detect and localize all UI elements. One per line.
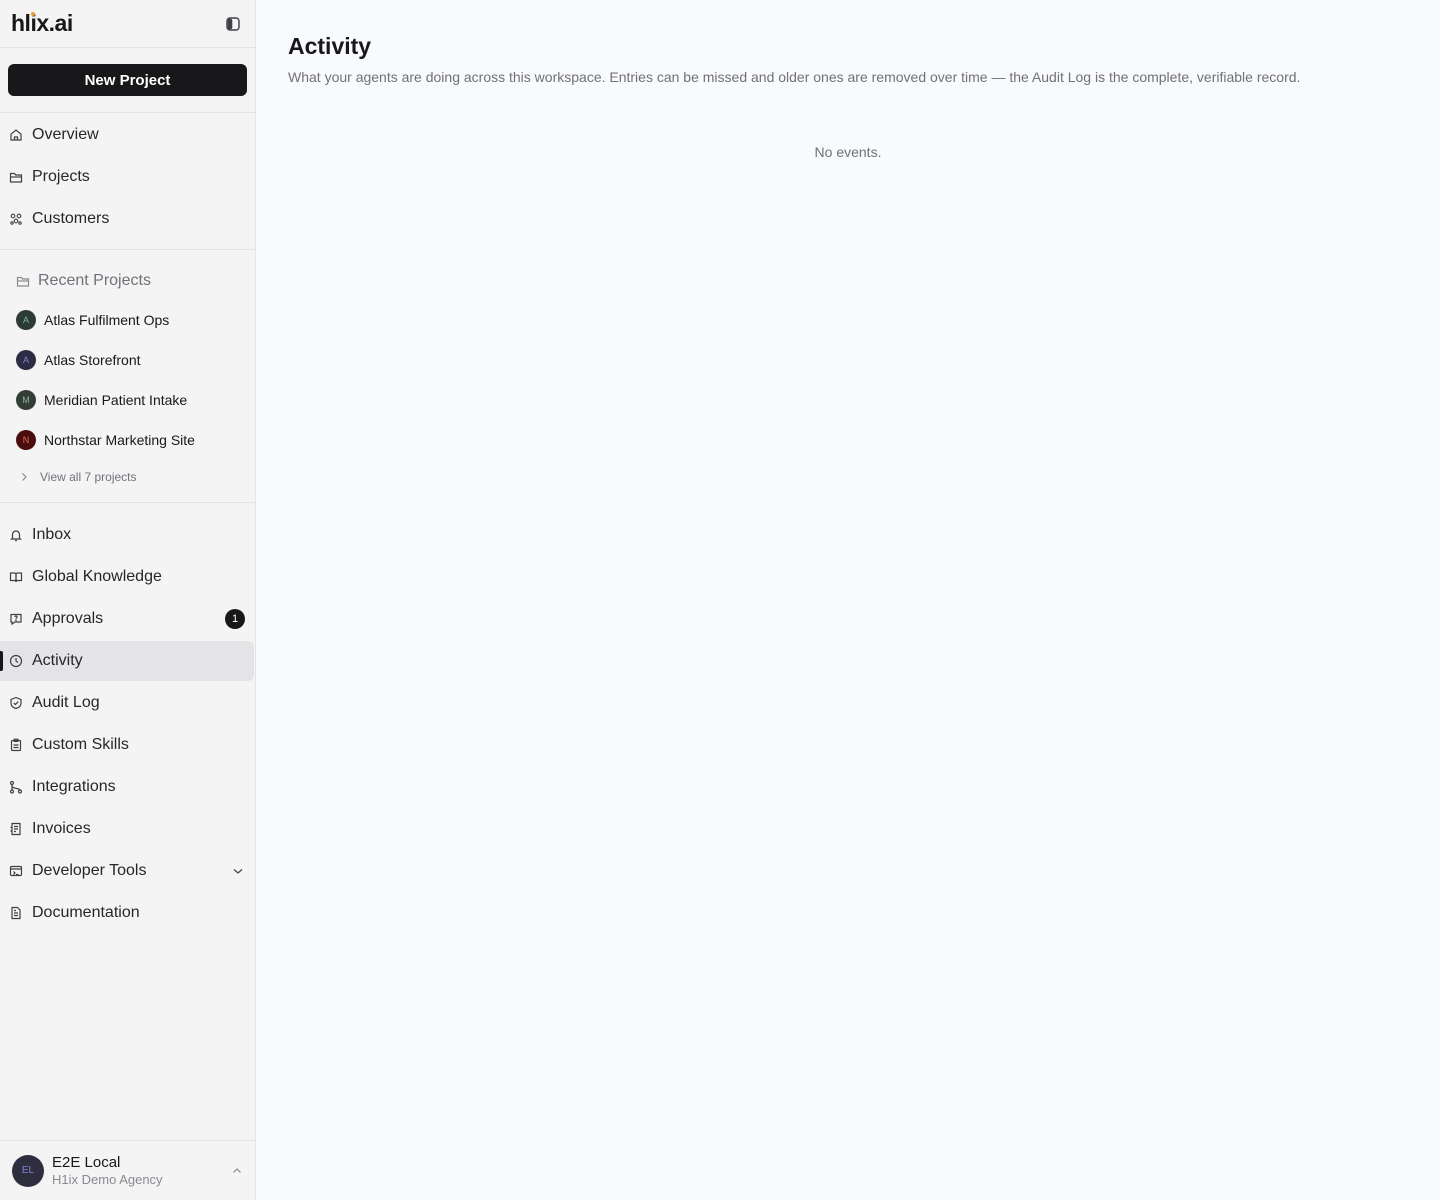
chevron-up-icon[interactable] (231, 1165, 243, 1177)
nav-item-label: Approvals (32, 610, 104, 627)
nav-item-label: Projects (32, 168, 90, 185)
recent-project-item[interactable]: N Northstar Marketing Site (16, 420, 255, 460)
nav-item-customers[interactable]: Customers (0, 199, 255, 239)
user-info: E2E Local H1ix Demo Agency (52, 1154, 163, 1188)
recent-project-item[interactable]: M Meridian Patient Intake (16, 380, 255, 420)
nav-item-audit-log[interactable]: Audit Log (0, 683, 255, 723)
receipt-icon (8, 821, 24, 837)
nav-item-label: Customers (32, 210, 110, 227)
project-avatar: M (16, 390, 36, 410)
sidebar: hlix.ai New Project Overview Projects Cu… (0, 0, 256, 1200)
nav-item-label: Activity (32, 652, 83, 669)
nav-item-label: Overview (32, 126, 99, 143)
nav-item-inbox[interactable]: Inbox (0, 515, 255, 555)
terminal-icon (8, 863, 24, 879)
recent-projects: Recent Projects A Atlas Fulfilment Ops A… (0, 250, 255, 503)
chevron-down-icon[interactable] (231, 864, 245, 878)
book-icon (8, 569, 24, 585)
nav-item-integrations[interactable]: Integrations (0, 767, 255, 807)
nav-item-approvals[interactable]: Approvals 1 (0, 599, 255, 639)
project-name: Atlas Storefront (44, 352, 141, 368)
recent-projects-heading: Recent Projects (16, 262, 255, 300)
nav-item-custom-skills[interactable]: Custom Skills (0, 725, 255, 765)
project-name: Atlas Fulfilment Ops (44, 312, 170, 328)
home-icon (8, 127, 24, 143)
view-all-label: View all 7 projects (40, 470, 137, 484)
git-branch-icon (8, 779, 24, 795)
nav-item-activity[interactable]: Activity (0, 641, 254, 681)
nav-item-label: Audit Log (32, 694, 100, 711)
primary-nav: Overview Projects Customers (0, 115, 255, 250)
folder-icon (16, 273, 32, 289)
logo-text-start: hl (11, 10, 31, 36)
sidebar-toggle-icon[interactable] (225, 16, 241, 32)
secondary-nav: Inbox Global Knowledge Approvals 1 Activ… (0, 503, 255, 933)
main-content: Activity What your agents are doing acro… (256, 0, 1440, 1200)
question-bubble-icon (8, 611, 24, 627)
nav-item-invoices[interactable]: Invoices (0, 809, 255, 849)
logo-text-i: i (30, 10, 37, 36)
nav-item-documentation[interactable]: Documentation (0, 893, 255, 933)
clock-icon (8, 653, 24, 669)
approvals-count-badge: 1 (225, 609, 245, 629)
project-name: Meridian Patient Intake (44, 392, 188, 408)
recent-project-item[interactable]: A Atlas Fulfilment Ops (16, 300, 255, 340)
folder-icon (8, 169, 24, 185)
nav-item-label: Invoices (32, 820, 91, 837)
empty-state: No events. (814, 144, 882, 160)
nav-item-label: Custom Skills (32, 736, 129, 753)
recent-projects-title: Recent Projects (38, 272, 151, 289)
nav-item-developer-tools[interactable]: Developer Tools (0, 851, 255, 891)
user-menu[interactable]: EL E2E Local H1ix Demo Agency (0, 1140, 255, 1200)
nav-item-label: Integrations (32, 778, 116, 795)
user-org: H1ix Demo Agency (52, 1171, 163, 1187)
new-project-button[interactable]: New Project (8, 64, 247, 96)
nav-item-global-knowledge[interactable]: Global Knowledge (0, 557, 255, 597)
project-avatar: A (16, 310, 36, 330)
logo-text-end: x.ai (36, 10, 73, 36)
users-icon (8, 211, 24, 227)
page-title: Activity (288, 33, 372, 59)
project-name: Northstar Marketing Site (44, 432, 195, 448)
user-name: E2E Local (52, 1153, 121, 1171)
bell-icon (8, 527, 24, 543)
nav-item-label: Global Knowledge (32, 568, 162, 585)
nav-item-overview[interactable]: Overview (0, 115, 255, 155)
nav-item-projects[interactable]: Projects (0, 157, 255, 197)
recent-project-item[interactable]: A Atlas Storefront (16, 340, 255, 380)
clipboard-icon (8, 737, 24, 753)
hlix-logo[interactable]: hlix.ai (11, 10, 73, 37)
project-avatar: A (16, 350, 36, 370)
nav-item-label: Inbox (32, 526, 72, 543)
new-project-section: New Project (0, 48, 255, 113)
user-avatar: EL (12, 1154, 44, 1187)
chevron-right-icon (18, 470, 32, 484)
nav-item-label: Developer Tools (32, 862, 147, 879)
shield-check-icon (8, 695, 24, 711)
nav-item-label: Documentation (32, 904, 140, 921)
document-icon (8, 905, 24, 921)
project-avatar: N (16, 430, 36, 450)
view-all-projects-link[interactable]: View all 7 projects (16, 460, 255, 494)
primary-nav-group: Overview Projects Customers (0, 115, 255, 250)
sidebar-header: hlix.ai (0, 0, 255, 48)
page-description: What your agents are doing across this w… (288, 69, 1301, 85)
